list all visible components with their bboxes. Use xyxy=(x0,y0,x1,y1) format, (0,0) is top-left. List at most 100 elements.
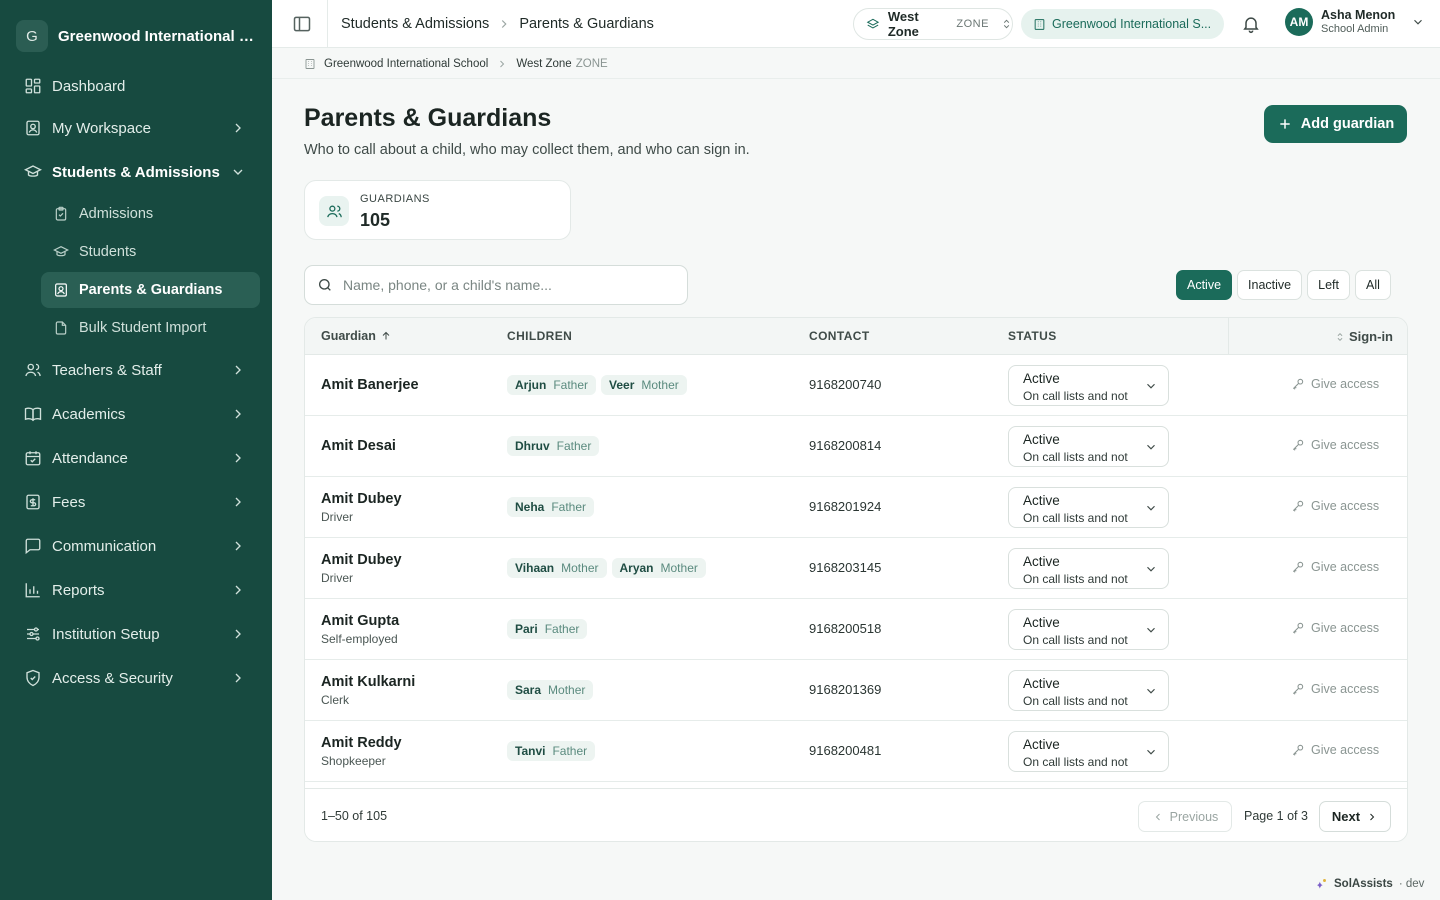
give-access-button[interactable]: Give access xyxy=(1291,743,1379,757)
table-row[interactable]: Amit Dubey Driver Vihaan Mother Aryan Moth… xyxy=(305,538,1407,599)
sidebar-item-academics[interactable]: Academics xyxy=(16,394,256,434)
search-input[interactable] xyxy=(343,277,663,293)
key-icon xyxy=(1292,561,1304,573)
sidebar-item-my-workspace[interactable]: My Workspace xyxy=(16,108,256,148)
filter-inactive[interactable]: Inactive xyxy=(1237,270,1303,300)
filter-active[interactable]: Active xyxy=(1176,270,1233,300)
column-label: Guardian xyxy=(321,329,376,343)
book-open-icon xyxy=(24,407,42,422)
org-switcher[interactable]: G Greenwood International Sc... xyxy=(16,20,258,52)
chevron-down-icon xyxy=(1147,688,1155,694)
environment-label: · dev xyxy=(1398,878,1425,890)
avatar: AM xyxy=(1285,8,1313,36)
sidebar-item-access-security[interactable]: Access & Security xyxy=(16,658,256,698)
child-chip[interactable]: Tanvi Father xyxy=(507,741,596,761)
give-access-button[interactable]: Give access xyxy=(1291,499,1379,513)
give-access-button[interactable]: Give access xyxy=(1291,438,1379,452)
table-row[interactable]: Amit Gupta Self-employed Pari Father 9168… xyxy=(305,599,1407,660)
next-page-button[interactable]: Next xyxy=(1319,801,1391,832)
contact-phone: 9168200518 xyxy=(809,621,882,636)
children-chips: Neha Father xyxy=(507,497,595,517)
sidebar-item-institution-setup[interactable]: Institution Setup xyxy=(16,614,256,654)
column-header-sign-in[interactable]: Sign-in xyxy=(1335,329,1393,344)
org-avatar: G xyxy=(16,20,48,52)
give-access-label: Give access xyxy=(1311,621,1380,635)
status-value: Active xyxy=(1023,371,1060,386)
results-count: 1–50 of 105 xyxy=(321,809,388,823)
guardian-occupation: Driver xyxy=(321,571,353,585)
status-select[interactable]: Active On call lists and not xyxy=(1008,487,1169,528)
guardians-table: Guardian CHILDREN CONTACT STATUS Sign-in… xyxy=(304,317,1408,842)
column-header-guardian[interactable]: Guardian xyxy=(321,329,392,343)
search-box xyxy=(304,265,688,305)
sidebar-item-label: Access & Security xyxy=(52,669,173,687)
previous-page-button[interactable]: Previous xyxy=(1138,801,1232,832)
child-chip[interactable]: Sara Mother xyxy=(507,680,594,700)
status-description: On call lists and not xyxy=(1023,633,1128,647)
chevron-right-icon xyxy=(235,629,241,639)
chevron-down-icon xyxy=(1414,19,1423,25)
zone-selector[interactable]: West Zone ZONE xyxy=(853,8,1013,40)
table-row[interactable]: Amit Kulkarni Clerk Sara Mother 916820136… xyxy=(305,660,1407,721)
table-row[interactable]: Amit Desai Dhruv Father 9168200814 Active… xyxy=(305,416,1407,477)
chevron-down-icon xyxy=(1147,749,1155,755)
sidebar-toggle-icon[interactable] xyxy=(292,14,312,34)
contact-phone: 9168201924 xyxy=(809,499,882,514)
sidebar-item-fees[interactable]: Fees xyxy=(16,482,256,522)
key-icon xyxy=(1292,683,1304,695)
sidebar-item-students-admissions[interactable]: Students & Admissions xyxy=(16,152,256,192)
sidebar-item-dashboard[interactable]: Dashboard xyxy=(16,66,256,106)
chevron-right-icon xyxy=(235,673,241,683)
status-select[interactable]: Active On call lists and not xyxy=(1008,609,1169,650)
user-menu[interactable]: AM Asha Menon School Admin xyxy=(1285,8,1425,36)
status-filter: Active Inactive Left All xyxy=(1176,270,1391,300)
sidebar-item-attendance[interactable]: Attendance xyxy=(16,438,256,478)
child-name: Aryan xyxy=(619,561,654,575)
children-chips: Dhruv Father xyxy=(507,436,600,456)
child-chip[interactable]: Arjun Father xyxy=(507,375,597,395)
give-access-button[interactable]: Give access xyxy=(1291,682,1379,696)
guardian-name: Amit Gupta xyxy=(321,613,400,629)
child-chip[interactable]: Neha Father xyxy=(507,497,595,517)
sidebar-subitem-students[interactable]: Students xyxy=(41,234,260,270)
breadcrumb-item[interactable]: Students & Admissions xyxy=(341,16,489,32)
add-guardian-button[interactable]: Add guardian xyxy=(1264,105,1407,143)
status-select[interactable]: Active On call lists and not xyxy=(1008,670,1169,711)
table-row[interactable]: Amit Dubey Driver Neha Father 9168201924 … xyxy=(305,477,1407,538)
filter-all[interactable]: All xyxy=(1355,270,1391,300)
status-select[interactable]: Active On call lists and not xyxy=(1008,731,1169,772)
sidebar-subitem-parents-guardians[interactable]: Parents & Guardians xyxy=(41,272,260,308)
chevron-down-icon xyxy=(1147,444,1155,450)
table-row[interactable]: Amit Reddy Shopkeeper Tanvi Father 916820… xyxy=(305,721,1407,782)
status-select[interactable]: Active On call lists and not xyxy=(1008,426,1169,467)
column-header-children: CHILDREN xyxy=(507,329,573,343)
give-access-button[interactable]: Give access xyxy=(1291,377,1379,391)
sidebar-subitem-admissions[interactable]: Admissions xyxy=(41,196,260,232)
user-role: School Admin xyxy=(1321,23,1389,35)
sidebar-item-teachers-staff[interactable]: Teachers & Staff xyxy=(16,350,256,390)
status-select[interactable]: Active On call lists and not xyxy=(1008,365,1169,406)
context-school[interactable]: Greenwood International School xyxy=(324,58,488,70)
sidebar-item-reports[interactable]: Reports xyxy=(16,570,256,610)
filter-left[interactable]: Left xyxy=(1307,270,1350,300)
sidebar-item-communication[interactable]: Communication xyxy=(16,526,256,566)
solassists-logo-icon xyxy=(1316,879,1326,889)
sidebar-subitem-bulk-import[interactable]: Bulk Student Import xyxy=(41,310,260,346)
child-chip[interactable]: Aryan Mother xyxy=(611,558,706,578)
sidebar-item-label: Reports xyxy=(52,581,105,599)
school-selector[interactable]: Greenwood International S... xyxy=(1021,9,1224,39)
next-label: Next xyxy=(1331,809,1361,824)
child-chip[interactable]: Pari Father xyxy=(507,619,588,639)
status-select[interactable]: Active On call lists and not xyxy=(1008,548,1169,589)
give-access-button[interactable]: Give access xyxy=(1291,621,1379,635)
sidebar-item-label: Academics xyxy=(52,405,126,423)
child-chip[interactable]: Veer Mother xyxy=(601,375,687,395)
table-row[interactable]: Amit Banerjee Arjun Father Veer Mother 916… xyxy=(305,355,1407,416)
child-chip[interactable]: Vihaan Mother xyxy=(507,558,607,578)
bell-icon[interactable] xyxy=(1241,14,1261,34)
child-chip[interactable]: Dhruv Father xyxy=(507,436,600,456)
give-access-button[interactable]: Give access xyxy=(1291,560,1379,574)
previous-label: Previous xyxy=(1169,809,1219,824)
children-chips: Tanvi Father xyxy=(507,741,596,761)
children-chips: Pari Father xyxy=(507,619,588,639)
